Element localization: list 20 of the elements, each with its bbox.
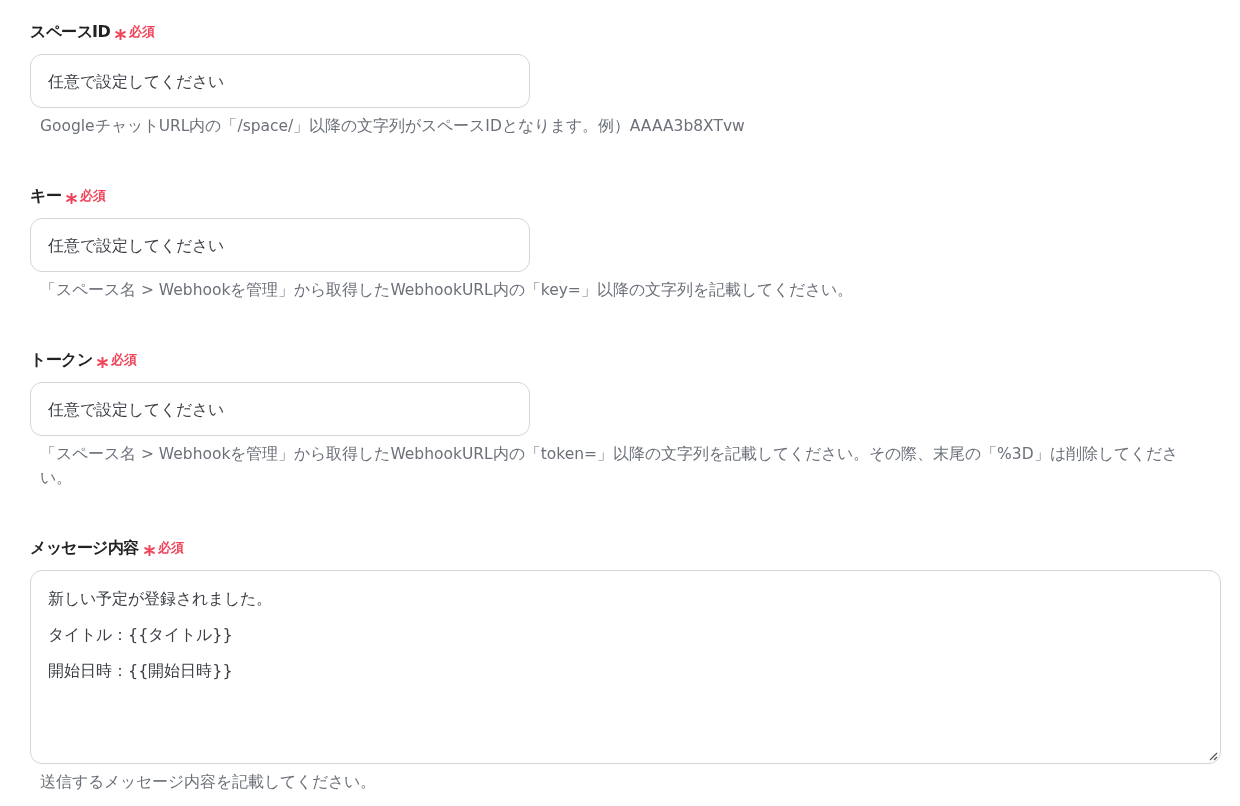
message-line: 新しい予定が登録されました。 [48,588,272,610]
help-text: GoogleチャットURL内の「/space/」以降の文字列がスペースIDとなります。例）AAAA3b8XTvw [40,116,746,137]
message-field[interactable]: 新しい予定が登録されました。 タイトル：{{タイトル}} 開始日時：{{開始日時}} [30,570,1221,764]
required-label: 必須 [129,23,156,41]
message-line: タイトル：{{タイトル}} [48,624,233,646]
required-label: 必須 [157,539,184,557]
field-label: メッセージ内容 [30,537,139,559]
field-label: スペースID [30,21,111,43]
resize-handle-icon[interactable] [1208,751,1218,761]
required-label: 必須 [80,187,106,205]
help-text: 「スペース名 > Webhookを管理」から取得したWebhookURL内の「token=」以降の文字列を記載してください。その際、末尾の「%3D」は削除してください。 [40,444,1179,489]
field-label: トークン [30,349,92,371]
required-label: 必須 [111,351,137,369]
help-text: 送信するメッセージ内容を記載してください。 [40,772,377,793]
input-field[interactable]: 任意で設定してください [30,382,530,436]
input-field[interactable]: 任意で設定してください [30,54,530,108]
help-text: 「スペース名 > Webhookを管理」から取得したWebhookURL内の「key=」以降の文字列を記載してください。 [40,280,854,301]
input-field[interactable]: 任意で設定してください [30,218,530,272]
message-line: 開始日時：{{開始日時}} [48,660,233,682]
field-label: キー [30,185,61,207]
